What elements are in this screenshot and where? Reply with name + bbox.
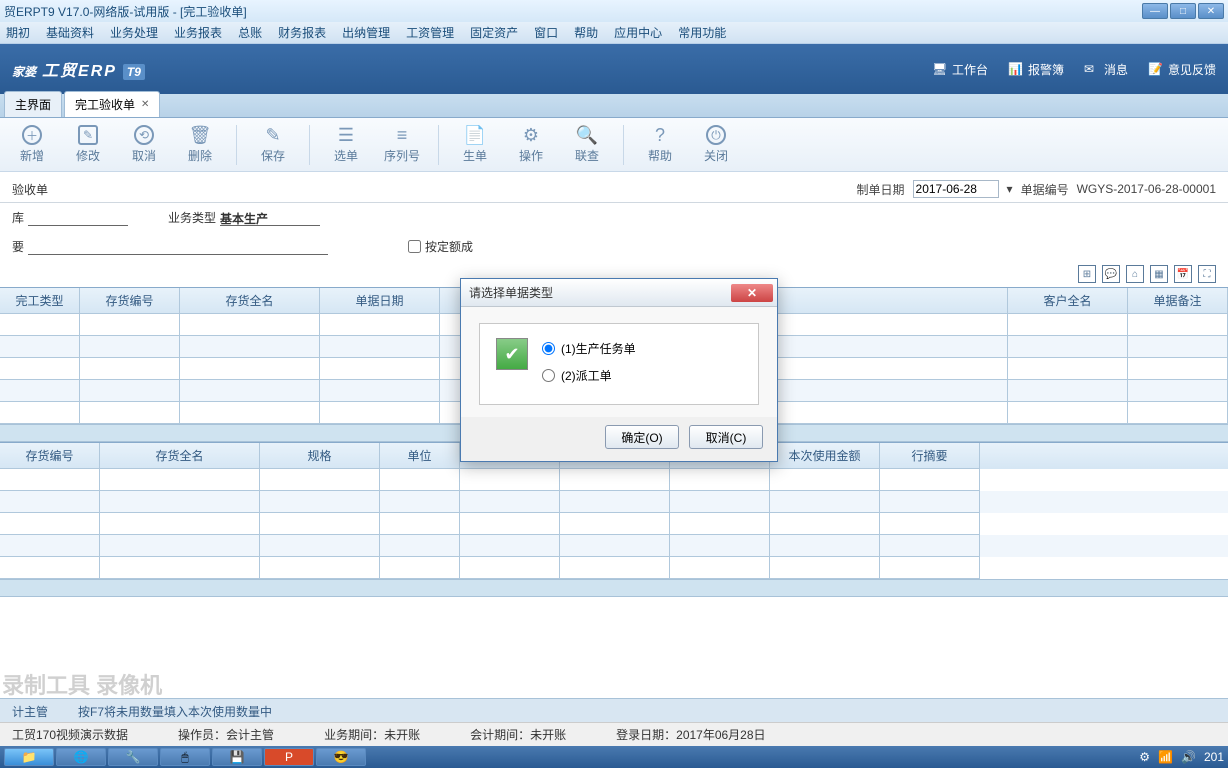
modal-close-button[interactable]: ✕ (731, 284, 773, 302)
cancel-button[interactable]: 取消(C) (689, 425, 763, 449)
modal-titlebar: 请选择单据类型 ✕ (461, 279, 777, 307)
modal-select-doctype: 请选择单据类型 ✕ ✔ (1)生产任务单 (2)派工单 确定(O) 取消(C) (460, 278, 778, 462)
modal-overlay: 请选择单据类型 ✕ ✔ (1)生产任务单 (2)派工单 确定(O) 取消(C) (0, 0, 1228, 768)
modal-title-text: 请选择单据类型 (469, 284, 553, 301)
radio-dispatch[interactable]: (2)派工单 (542, 367, 636, 384)
radio-production-task[interactable]: (1)生产任务单 (542, 340, 636, 357)
ok-button[interactable]: 确定(O) (605, 425, 679, 449)
check-icon: ✔ (496, 338, 528, 370)
